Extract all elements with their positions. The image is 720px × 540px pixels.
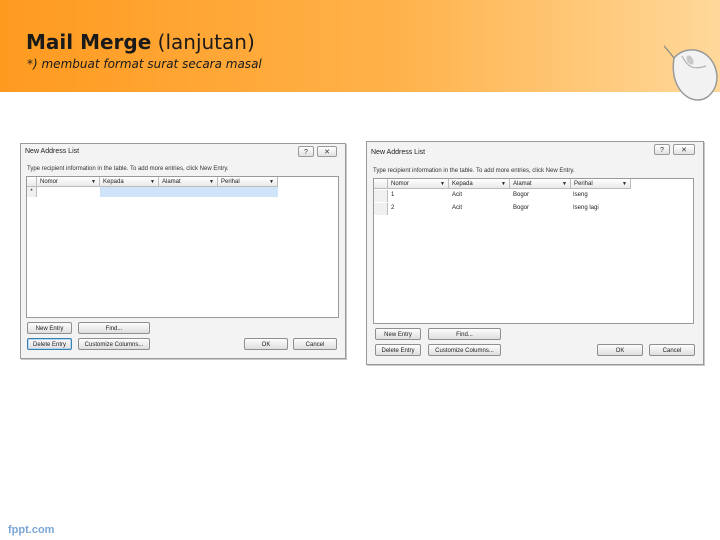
help-button[interactable]: ? [298, 146, 314, 157]
delete-entry-button[interactable]: Delete Entry [375, 344, 421, 356]
recipient-table[interactable]: Nomor ▼ Kepada ▼ Alamat ▼ Perihal ▼ 1 Acit B… [373, 178, 694, 324]
find-button[interactable]: Find... [78, 322, 150, 334]
delete-entry-button[interactable]: Delete Entry [27, 338, 72, 350]
new-row-cell[interactable] [37, 187, 100, 197]
column-header-alamat[interactable]: Alamat ▼ [510, 179, 571, 189]
slide-subtitle: *) membuat format surat secara masal [27, 57, 262, 71]
dialog-instruction: Type recipient information in the table.… [373, 168, 575, 174]
title-bold: Mail Merge [26, 30, 152, 54]
footer-brand: fppt.com [8, 524, 55, 536]
cancel-button[interactable]: Cancel [649, 344, 695, 356]
ok-button[interactable]: OK [244, 338, 288, 350]
slide-title: Mail Merge (lanjutan) [26, 30, 255, 54]
table-cell[interactable]: Acit [452, 205, 462, 211]
find-button[interactable]: Find... [428, 328, 501, 340]
column-header-nomor[interactable]: Nomor ▼ [388, 179, 449, 189]
row-selector[interactable] [374, 190, 388, 202]
row-selector-header [27, 177, 37, 187]
table-cell[interactable]: Bogor [513, 192, 529, 198]
new-address-list-dialog-empty: New Address List ? ✕ Type recipient info… [20, 143, 346, 359]
column-header-kepada[interactable]: Kepada ▼ [449, 179, 510, 189]
table-cell[interactable]: Iseng [573, 192, 588, 198]
new-row-marker[interactable]: * [27, 187, 37, 197]
help-button[interactable]: ? [654, 144, 670, 155]
close-button[interactable]: ✕ [317, 146, 337, 157]
title-rest: (lanjutan) [151, 30, 255, 54]
ok-button[interactable]: OK [597, 344, 643, 356]
new-row-selected-cells[interactable] [100, 187, 278, 197]
table-cell[interactable]: Iseng lagi [573, 205, 599, 211]
dialog-title: New Address List [371, 149, 426, 156]
row-selector-header [374, 179, 388, 189]
new-address-list-dialog-filled: New Address List ? ✕ Type recipient info… [366, 141, 704, 365]
customize-columns-button[interactable]: Customize Columns... [78, 338, 150, 350]
column-header-perihal[interactable]: Perihal ▼ [571, 179, 631, 189]
table-cell[interactable]: 2 [391, 205, 394, 211]
dialog-title: New Address List [25, 148, 80, 155]
table-cell[interactable]: Bogor [513, 205, 529, 211]
new-entry-button[interactable]: New Entry [375, 328, 421, 340]
cancel-button[interactable]: Cancel [293, 338, 337, 350]
customize-columns-button[interactable]: Customize Columns... [428, 344, 501, 356]
close-button[interactable]: ✕ [673, 144, 695, 155]
table-cell[interactable]: Acit [452, 192, 462, 198]
table-cell[interactable]: 1 [391, 192, 394, 198]
recipient-table[interactable]: Nomor ▼ Kepada ▼ Alamat ▼ Perihal ▼ * [26, 176, 339, 318]
new-entry-button[interactable]: New Entry [27, 322, 72, 334]
dialog-instruction: Type recipient information in the table.… [27, 166, 229, 172]
row-selector[interactable] [374, 203, 388, 215]
column-header-perihal[interactable]: Perihal ▼ [218, 177, 278, 187]
column-header-nomor[interactable]: Nomor ▼ [37, 177, 100, 187]
column-header-kepada[interactable]: Kepada ▼ [100, 177, 159, 187]
computer-mouse-icon [664, 45, 718, 101]
column-header-alamat[interactable]: Alamat ▼ [159, 177, 218, 187]
